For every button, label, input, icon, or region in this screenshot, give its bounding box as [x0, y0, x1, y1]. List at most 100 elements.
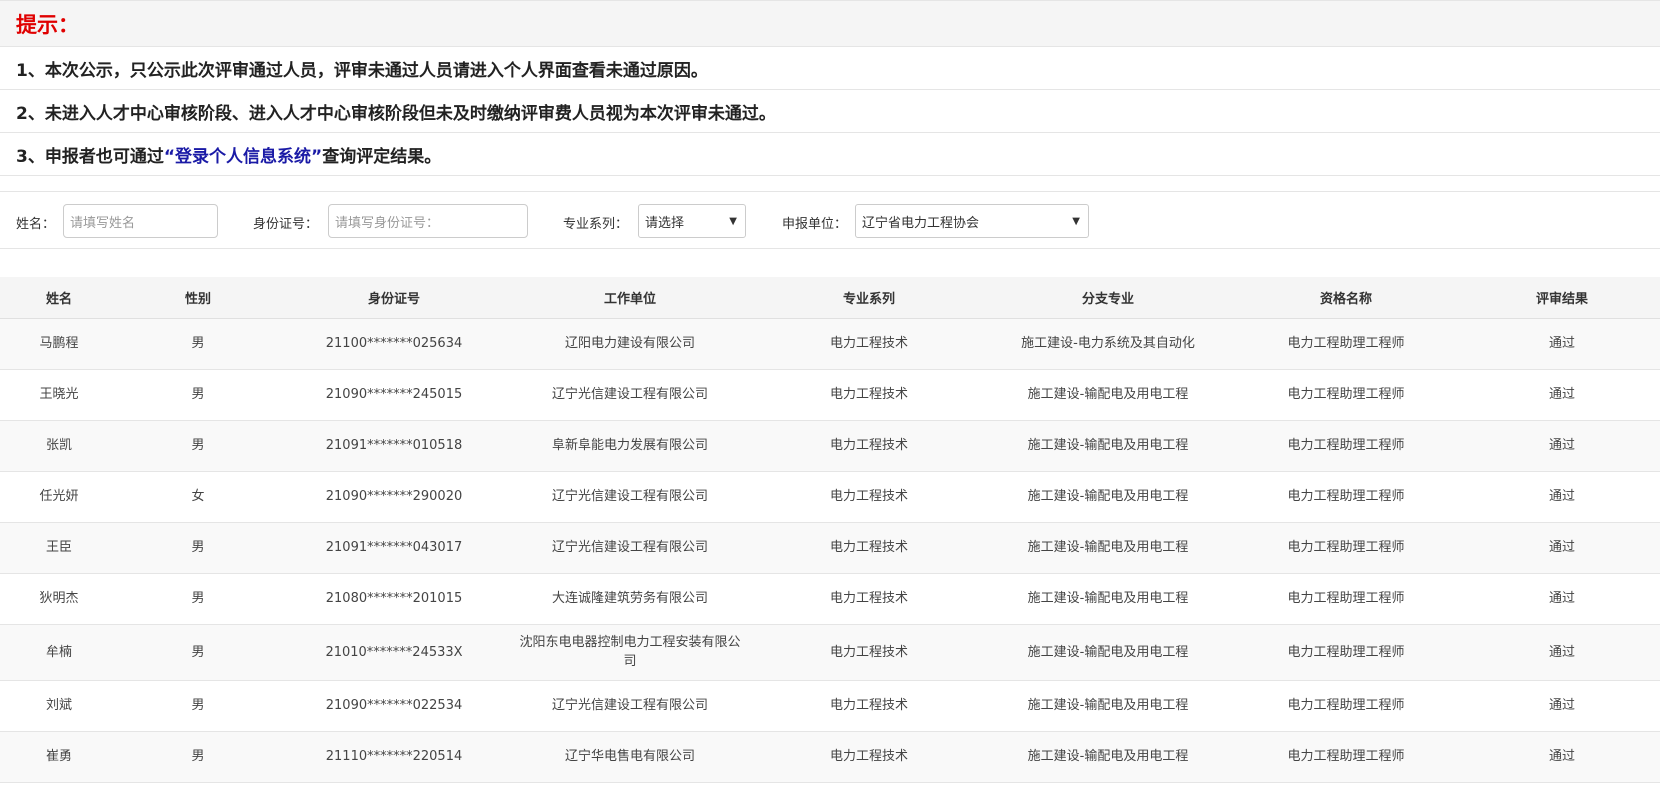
login-personal-system-link[interactable]: “登录个人信息系统”	[164, 142, 322, 167]
cell-qualification: 电力工程助理工程师	[1228, 731, 1464, 783]
table-row: 刘斌 男 21090*******022534 辽宁光信建设工程有限公司 电力工…	[0, 680, 1660, 732]
cell-qualification: 电力工程助理工程师	[1228, 624, 1464, 681]
cell-gender: 男	[118, 731, 278, 783]
table-row: 任光妍 女 21090*******290020 辽宁光信建设工程有限公司 电力…	[0, 471, 1660, 523]
cell-id-number: 21110*******220514	[278, 731, 510, 783]
unit-select-value: 辽宁省电力工程协会	[862, 215, 980, 231]
chevron-down-icon: ▼	[729, 215, 737, 227]
cell-id-number: 21080*******201015	[278, 573, 510, 625]
notice-title: 提示：	[16, 12, 79, 37]
cell-qualification: 电力工程助理工程师	[1228, 318, 1464, 370]
cell-work-unit: 辽宁华电售电有限公司	[510, 731, 750, 783]
notice-line-3-prefix: 3、申报者也可通过	[16, 146, 164, 167]
cell-id-number: 21091*******010518	[278, 420, 510, 472]
cell-branch-major: 施工建设-输配电及用电工程	[988, 624, 1228, 681]
cell-gender: 男	[118, 573, 278, 625]
cell-gender: 男	[118, 624, 278, 681]
cell-branch-major: 施工建设-输配电及用电工程	[988, 471, 1228, 523]
results-table: 姓名 性别 身份证号 工作单位 专业系列 分支专业 资格名称 评审结果 马鹏程 …	[0, 277, 1660, 783]
cell-major-series: 电力工程技术	[750, 680, 988, 732]
cell-work-unit: 辽阳电力建设有限公司	[510, 318, 750, 370]
cell-major-series: 电力工程技术	[750, 522, 988, 574]
results-table-container: 姓名 性别 身份证号 工作单位 专业系列 分支专业 资格名称 评审结果 马鹏程 …	[0, 277, 1660, 783]
cell-qualification: 电力工程助理工程师	[1228, 522, 1464, 574]
cell-result: 通过	[1464, 471, 1660, 523]
table-row: 狄明杰 男 21080*******201015 大连诚隆建筑劳务有限公司 电力…	[0, 573, 1660, 625]
cell-name: 崔勇	[0, 731, 118, 783]
notice-line-3-suffix: 查询评定结果。	[322, 146, 442, 167]
header-result: 评审结果	[1464, 277, 1660, 319]
cell-name: 任光妍	[0, 471, 118, 523]
header-qualification: 资格名称	[1228, 277, 1464, 319]
cell-name: 刘斌	[0, 680, 118, 732]
cell-major-series: 电力工程技术	[750, 731, 988, 783]
cell-work-unit: 大连诚隆建筑劳务有限公司	[510, 573, 750, 625]
cell-result: 通过	[1464, 522, 1660, 574]
cell-id-number: 21090*******290020	[278, 471, 510, 523]
cell-id-number: 21090*******245015	[278, 369, 510, 421]
header-gender: 性别	[118, 277, 278, 319]
chevron-down-icon: ▼	[1072, 215, 1080, 227]
major-select[interactable]: 请选择 ▼	[638, 204, 746, 238]
cell-result: 通过	[1464, 624, 1660, 681]
table-row: 张凯 男 21091*******010518 阜新阜能电力发展有限公司 电力工…	[0, 420, 1660, 472]
unit-select[interactable]: 辽宁省电力工程协会 ▼	[855, 204, 1089, 238]
unit-label: 申报单位：	[782, 217, 848, 232]
header-work-unit: 工作单位	[510, 277, 750, 319]
cell-result: 通过	[1464, 731, 1660, 783]
cell-gender: 男	[118, 369, 278, 421]
header-major-series: 专业系列	[750, 277, 988, 319]
cell-id-number: 21100*******025634	[278, 318, 510, 370]
cell-qualification: 电力工程助理工程师	[1228, 680, 1464, 732]
major-select-value: 请选择	[645, 215, 685, 231]
search-filter-bar: 姓名： 请填写姓名 身份证号： 请填写身份证号： 专业系列： 请选择 ▼ 申报单…	[0, 192, 1660, 249]
cell-major-series: 电力工程技术	[750, 573, 988, 625]
notice-title-bar: 提示：	[0, 1, 1660, 47]
cell-branch-major: 施工建设-电力系统及其自动化	[988, 318, 1228, 370]
cell-qualification: 电力工程助理工程师	[1228, 573, 1464, 625]
table-row: 马鹏程 男 21100*******025634 辽阳电力建设有限公司 电力工程…	[0, 318, 1660, 370]
name-input[interactable]: 请填写姓名	[63, 204, 218, 238]
cell-qualification: 电力工程助理工程师	[1228, 369, 1464, 421]
cell-major-series: 电力工程技术	[750, 369, 988, 421]
notice-line-2: 2、未进入人才中心审核阶段、进入人才中心审核阶段但未及时缴纳评审费人员视为本次评…	[0, 90, 1660, 133]
cell-work-unit: 辽宁光信建设工程有限公司	[510, 369, 750, 421]
cell-name: 张凯	[0, 420, 118, 472]
id-number-input[interactable]: 请填写身份证号：	[328, 204, 528, 238]
cell-id-number: 21091*******043017	[278, 522, 510, 574]
major-label: 专业系列：	[563, 217, 629, 232]
notice-panel: 提示： 1、本次公示，只公示此次评审通过人员，评审未通过人员请进入个人界面查看未…	[0, 0, 1660, 176]
notice-line-1: 1、本次公示，只公示此次评审通过人员，评审未通过人员请进入个人界面查看未通过原因…	[0, 47, 1660, 90]
cell-name: 马鹏程	[0, 318, 118, 370]
id-label: 身份证号：	[253, 217, 319, 232]
cell-branch-major: 施工建设-输配电及用电工程	[988, 420, 1228, 472]
cell-name: 狄明杰	[0, 573, 118, 625]
cell-gender: 男	[118, 522, 278, 574]
cell-name: 王晓光	[0, 369, 118, 421]
cell-id-number: 21010*******24533X	[278, 624, 510, 681]
cell-gender: 男	[118, 318, 278, 370]
cell-result: 通过	[1464, 573, 1660, 625]
table-row: 崔勇 男 21110*******220514 辽宁华电售电有限公司 电力工程技…	[0, 731, 1660, 783]
cell-qualification: 电力工程助理工程师	[1228, 471, 1464, 523]
cell-branch-major: 施工建设-输配电及用电工程	[988, 369, 1228, 421]
cell-branch-major: 施工建设-输配电及用电工程	[988, 680, 1228, 732]
cell-work-unit: 沈阳东电电器控制电力工程安装有限公司	[510, 624, 750, 681]
cell-work-unit: 阜新阜能电力发展有限公司	[510, 420, 750, 472]
table-row: 牟楠 男 21010*******24533X 沈阳东电电器控制电力工程安装有限…	[0, 624, 1660, 681]
cell-gender: 男	[118, 420, 278, 472]
table-row: 王臣 男 21091*******043017 辽宁光信建设工程有限公司 电力工…	[0, 522, 1660, 574]
spacer	[0, 176, 1660, 192]
cell-major-series: 电力工程技术	[750, 624, 988, 681]
table-row: 王晓光 男 21090*******245015 辽宁光信建设工程有限公司 电力…	[0, 369, 1660, 421]
name-label: 姓名：	[16, 217, 56, 232]
notice-line-3: 3、申报者也可通过 “登录个人信息系统” 查询评定结果。	[0, 133, 1660, 176]
cell-result: 通过	[1464, 420, 1660, 472]
cell-name: 王臣	[0, 522, 118, 574]
header-id-number: 身份证号	[278, 277, 510, 319]
header-name: 姓名	[0, 277, 118, 319]
cell-branch-major: 施工建设-输配电及用电工程	[988, 522, 1228, 574]
cell-branch-major: 施工建设-输配电及用电工程	[988, 731, 1228, 783]
cell-qualification: 电力工程助理工程师	[1228, 420, 1464, 472]
header-branch-major: 分支专业	[988, 277, 1228, 319]
